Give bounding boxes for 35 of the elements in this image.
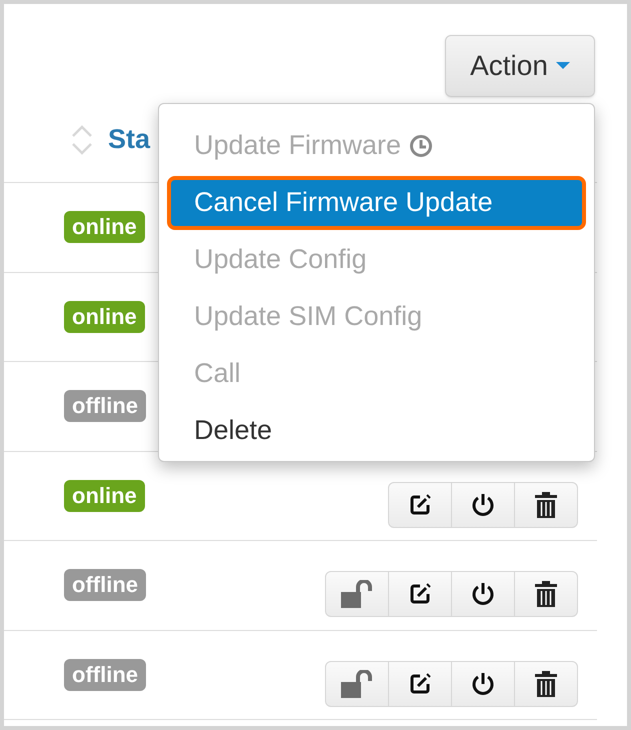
unlocked-padlock-icon [341, 580, 373, 608]
edit-icon [408, 582, 432, 606]
trash-icon [534, 670, 558, 698]
edit-button[interactable] [388, 571, 452, 618]
delete-button[interactable] [514, 660, 578, 707]
power-button[interactable] [451, 660, 515, 707]
unlock-button[interactable] [325, 571, 389, 618]
delete-button[interactable] [514, 571, 578, 618]
delete-button[interactable] [514, 482, 578, 528]
edit-icon [408, 672, 432, 696]
clock-icon [409, 134, 434, 158]
power-icon [470, 492, 496, 518]
power-button[interactable] [451, 571, 515, 618]
status-badge: offline [64, 658, 146, 691]
power-button[interactable] [451, 482, 515, 528]
status-badge: offline [64, 390, 146, 422]
edit-button[interactable] [388, 482, 452, 528]
unlock-button[interactable] [325, 660, 389, 707]
trash-icon [534, 580, 558, 608]
status-badge: online [64, 211, 145, 244]
column-header[interactable]: Sta [108, 119, 150, 160]
action-button[interactable]: Action [445, 35, 595, 97]
menu-item[interactable]: Delete [159, 410, 272, 451]
trash-icon [534, 490, 558, 519]
unlocked-padlock-icon [341, 670, 373, 698]
power-icon [470, 670, 496, 697]
caret-icon [556, 62, 570, 70]
status-badge: offline [64, 569, 146, 602]
edit-button[interactable] [388, 660, 452, 707]
power-icon [470, 581, 496, 608]
menu-item[interactable]: Cancel Firmware Update [167, 176, 586, 230]
status-badge: online [64, 480, 145, 512]
status-badge: online [64, 300, 145, 333]
edit-icon [408, 492, 432, 517]
sort-icon [70, 124, 94, 156]
